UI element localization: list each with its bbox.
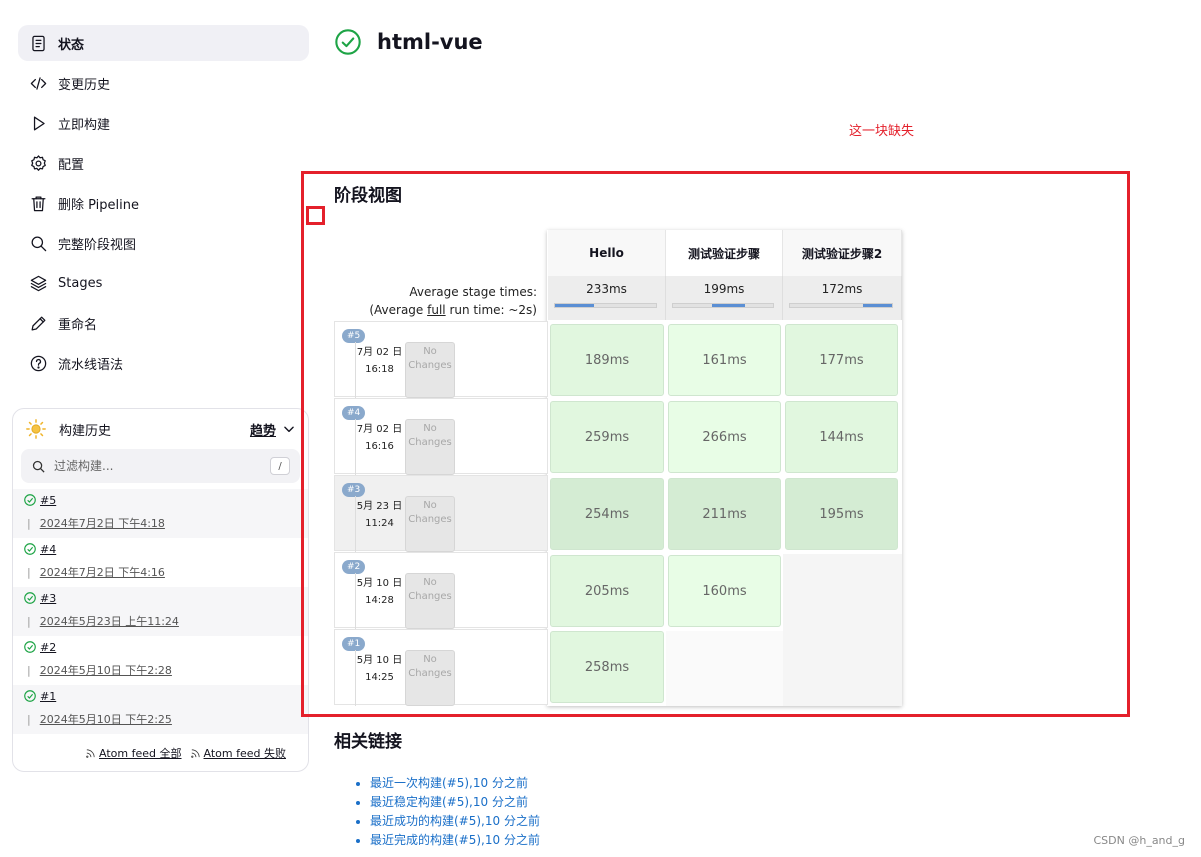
- page-title: html-vue: [377, 30, 483, 54]
- help-icon: [28, 353, 48, 373]
- build-date-link[interactable]: 2024年5月23日 上午11:24: [40, 615, 179, 628]
- red-highlight-box: [301, 171, 1130, 717]
- build-filter-input[interactable]: [54, 459, 270, 473]
- success-check-icon: [24, 494, 36, 506]
- last-stable-build-link[interactable]: 最近稳定构建(#5),10 分之前: [370, 795, 528, 809]
- build-date-link[interactable]: 2024年7月2日 下午4:18: [40, 517, 165, 530]
- chevron-down-icon[interactable]: [282, 422, 296, 436]
- nav-item-delete[interactable]: 删除 Pipeline: [18, 185, 309, 221]
- build-row[interactable]: #2 | 2024年5月10日 下午2:28: [13, 636, 308, 685]
- nav-item-label: 完整阶段视图: [58, 237, 137, 253]
- nav-item-full-stage-view[interactable]: 完整阶段视图: [18, 225, 309, 261]
- build-number[interactable]: #5: [40, 494, 56, 507]
- related-link-item: 最近完成的构建(#5),10 分之前: [370, 831, 540, 850]
- last-build-link[interactable]: 最近一次构建(#5),10 分之前: [370, 776, 528, 790]
- last-completed-build-link[interactable]: 最近完成的构建(#5),10 分之前: [370, 833, 540, 847]
- build-divider: |: [27, 664, 31, 677]
- build-divider: |: [27, 517, 31, 530]
- build-history-panel: 构建历史 趋势 / #5 | 2024年7月2日 下午4:18 #4 | 2024年…: [12, 408, 309, 772]
- last-successful-build-link[interactable]: 最近成功的构建(#5),10 分之前: [370, 814, 540, 828]
- nav-item-label: Stages: [58, 275, 103, 291]
- rss-icon: [86, 748, 95, 758]
- build-date-link[interactable]: 2024年7月2日 下午4:16: [40, 566, 165, 579]
- play-icon: [28, 113, 48, 133]
- build-row[interactable]: #3 | 2024年5月23日 上午11:24: [13, 587, 308, 636]
- build-number[interactable]: #2: [40, 641, 56, 654]
- nav-item-label: 流水线语法: [58, 357, 124, 373]
- build-history-header: 构建历史 趋势: [13, 409, 308, 449]
- related-link-item: 最近一次构建(#5),10 分之前: [370, 774, 540, 793]
- nav-item-label: 变更历史: [58, 77, 111, 93]
- nav-item-rename[interactable]: 重命名: [18, 305, 309, 341]
- layers-icon: [28, 273, 48, 293]
- success-status-icon: [335, 29, 361, 55]
- build-row[interactable]: #1 | 2024年5月10日 下午2:25: [13, 685, 308, 734]
- build-date-link[interactable]: 2024年5月10日 下午2:25: [40, 713, 172, 726]
- success-check-icon: [24, 641, 36, 653]
- document-icon: [28, 33, 48, 53]
- atom-feed-all-label: Atom feed 全部: [99, 747, 182, 760]
- build-date-link[interactable]: 2024年5月10日 下午2:28: [40, 664, 172, 677]
- page-title-row: html-vue: [334, 28, 483, 56]
- nav-item-pipeline-syntax[interactable]: 流水线语法: [18, 345, 309, 381]
- side-nav: 状态 变更历史 立即构建 配置 删除 Pipeline 完整阶段视图 Stage…: [18, 25, 309, 385]
- atom-feeds: Atom feed 全部 Atom feed 失败: [85, 745, 286, 761]
- nav-item-label: 状态: [58, 37, 85, 53]
- related-links-title: 相关链接: [334, 732, 402, 752]
- nav-item-stages[interactable]: Stages: [18, 265, 309, 301]
- build-divider: |: [27, 615, 31, 628]
- rss-icon: [190, 748, 200, 758]
- build-history-title: 构建历史: [59, 423, 112, 439]
- search-icon: [32, 460, 45, 473]
- nav-item-changes[interactable]: 变更历史: [18, 65, 309, 101]
- atom-feed-failed-label: Atom feed 失败: [203, 747, 286, 760]
- red-missing-marker: [306, 206, 325, 225]
- watermark: CSDN @h_and_g: [1093, 834, 1185, 847]
- build-divider: |: [27, 713, 31, 726]
- gear-icon: [28, 153, 48, 173]
- code-icon: [28, 73, 48, 93]
- red-annotation-text: 这一块缺失: [849, 124, 915, 139]
- build-divider: |: [27, 566, 31, 579]
- build-number[interactable]: #4: [40, 543, 56, 556]
- build-row[interactable]: #5 | 2024年7月2日 下午4:18: [13, 489, 308, 538]
- atom-feed-failed-link[interactable]: Atom feed 失败: [190, 745, 286, 761]
- success-check-icon: [24, 690, 36, 702]
- pencil-icon: [28, 313, 48, 333]
- nav-item-label: 配置: [58, 157, 85, 173]
- build-list: #5 | 2024年7月2日 下午4:18 #4 | 2024年7月2日 下午4:1…: [13, 489, 308, 734]
- related-link-item: 最近稳定构建(#5),10 分之前: [370, 793, 540, 812]
- nav-item-configure[interactable]: 配置: [18, 145, 309, 181]
- build-filter: /: [21, 449, 300, 483]
- nav-item-status[interactable]: 状态: [18, 25, 309, 61]
- related-links-list: 最近一次构建(#5),10 分之前 最近稳定构建(#5),10 分之前 最近成功…: [352, 774, 540, 850]
- success-check-icon: [24, 592, 36, 604]
- trend-link[interactable]: 趋势: [250, 420, 276, 439]
- build-number[interactable]: #1: [40, 690, 56, 703]
- atom-feed-all-link[interactable]: Atom feed 全部: [85, 745, 182, 761]
- build-row[interactable]: #4 | 2024年7月2日 下午4:16: [13, 538, 308, 587]
- nav-item-build-now[interactable]: 立即构建: [18, 105, 309, 141]
- success-check-icon: [24, 543, 36, 555]
- search-icon: [28, 233, 48, 253]
- trash-icon: [28, 193, 48, 213]
- nav-item-label: 立即构建: [58, 117, 111, 133]
- filter-shortcut-hint: /: [270, 457, 290, 475]
- nav-item-label: 删除 Pipeline: [58, 197, 140, 213]
- build-number[interactable]: #3: [40, 592, 56, 605]
- related-link-item: 最近成功的构建(#5),10 分之前: [370, 812, 540, 831]
- nav-item-label: 重命名: [58, 317, 98, 333]
- sun-icon: [26, 419, 46, 439]
